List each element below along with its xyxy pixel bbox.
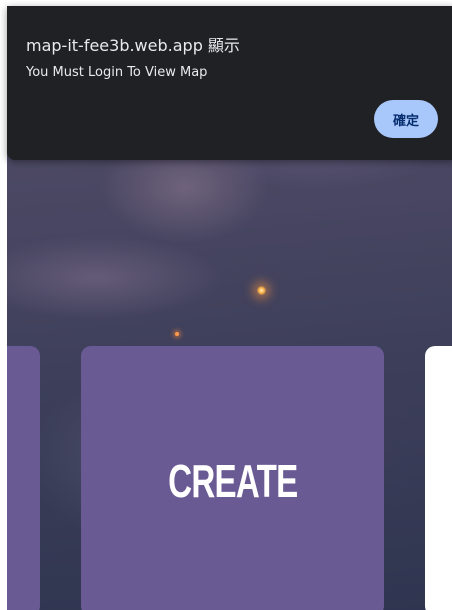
card-previous[interactable]	[7, 346, 40, 610]
star-glow-small	[175, 332, 179, 336]
alert-dialog: map-it-fee3b.web.app 顯示 You Must Login T…	[7, 6, 452, 160]
ok-button[interactable]: 確定	[374, 100, 438, 138]
create-label: CREATE	[167, 455, 298, 507]
card-next[interactable]	[425, 346, 452, 610]
dialog-title: map-it-fee3b.web.app 顯示	[26, 36, 240, 55]
dialog-message: You Must Login To View Map	[26, 65, 208, 80]
create-card[interactable]: CREATE	[81, 346, 384, 610]
star-glow	[257, 286, 266, 295]
